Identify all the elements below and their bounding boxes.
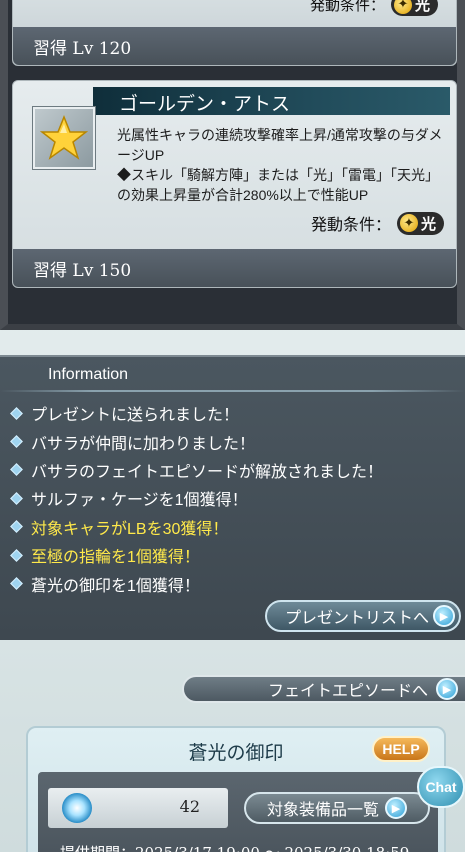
bullet-diamond-icon: [10, 577, 23, 590]
list-item: バサラのフェイトエピソードが解放されました！: [10, 456, 383, 484]
item-count-box: 42: [48, 788, 228, 828]
skill-card: ゴールデン・アトス 光属性キャラの連続攻撃確率上昇/通常攻撃の与ダメージUP ◆…: [12, 80, 457, 288]
bullet-diamond-icon: [10, 406, 23, 420]
chat-button[interactable]: Chat: [417, 766, 465, 808]
list-item: バサラが仲間に加わりました！: [10, 427, 383, 455]
skill-name: ゴールデン・アトス: [93, 87, 450, 115]
information-list: プレゼントに送られました！ バサラが仲間に加わりました！ バサラのフェイトエピソ…: [10, 399, 383, 598]
divider: [0, 390, 465, 392]
list-item: 至極の指輪を1個獲得！: [10, 541, 383, 569]
bullet-diamond-icon: [10, 435, 23, 448]
arrow-right-icon: ▶: [436, 678, 458, 700]
skill-description: 光属性キャラの連続攻撃確率上昇/通常攻撃の与ダメージUP ◆スキル「騎解方陣」ま…: [117, 127, 443, 203]
condition-label: 発動条件：: [310, 215, 391, 234]
bullet-diamond-icon: [10, 520, 23, 534]
help-button[interactable]: HELP: [372, 736, 430, 762]
equipment-list-button[interactable]: 対象装備品一覧 ▶: [244, 792, 430, 824]
light-element-icon: ✦: [393, 0, 412, 14]
activation-condition: 発動条件： ✦ 光: [311, 211, 444, 235]
list-item: 対象キャラがLBを30獲得！: [10, 513, 383, 541]
light-element-icon: ✦: [399, 214, 418, 232]
bullet-diamond-icon: [10, 491, 23, 505]
activation-condition: 発動条件： ✦ 光: [310, 0, 438, 16]
element-badge-light: ✦ 光: [390, 0, 438, 16]
bullet-diamond-icon: [10, 548, 23, 562]
availability-period: 提供期間：2025/3/17 19:00 〜 2025/3/30 18:59: [60, 842, 409, 852]
learn-level: 習得 Lv 120: [13, 27, 456, 65]
element-badge-light: ✦ 光: [396, 211, 444, 235]
list-item: サルファ・ケージを1個獲得！: [10, 484, 383, 512]
item-panel: 蒼光の御印 HELP 42 対象装備品一覧 ▶ 提供期間：2025/3/17 1…: [26, 726, 446, 852]
learn-level: 習得 Lv 150: [13, 249, 456, 287]
arrow-right-icon: ▶: [385, 797, 407, 819]
fate-episode-button[interactable]: フェイトエピソードへ ▶: [182, 675, 465, 703]
present-list-button[interactable]: プレゼントリストへ ▶: [265, 600, 461, 632]
list-item: 蒼光の御印を1個獲得！: [10, 569, 383, 597]
item-count: 42: [179, 797, 200, 816]
list-item: プレゼントに送られました！: [10, 399, 383, 427]
star-icon: [33, 107, 95, 169]
crest-icon: [62, 793, 92, 823]
arrow-right-icon: ▶: [433, 605, 455, 627]
information-title: Information: [48, 366, 129, 383]
bullet-diamond-icon: [10, 463, 23, 477]
item-row: 42 対象装備品一覧 ▶ 提供期間：2025/3/17 19:00 〜 2025…: [38, 772, 438, 852]
information-panel: Information プレゼントに送られました！ バサラが仲間に加わりました！…: [0, 355, 465, 640]
condition-label: 発動条件：: [309, 0, 385, 14]
skill-card-prev: 発動条件： ✦ 光 習得 Lv 120: [12, 0, 457, 66]
